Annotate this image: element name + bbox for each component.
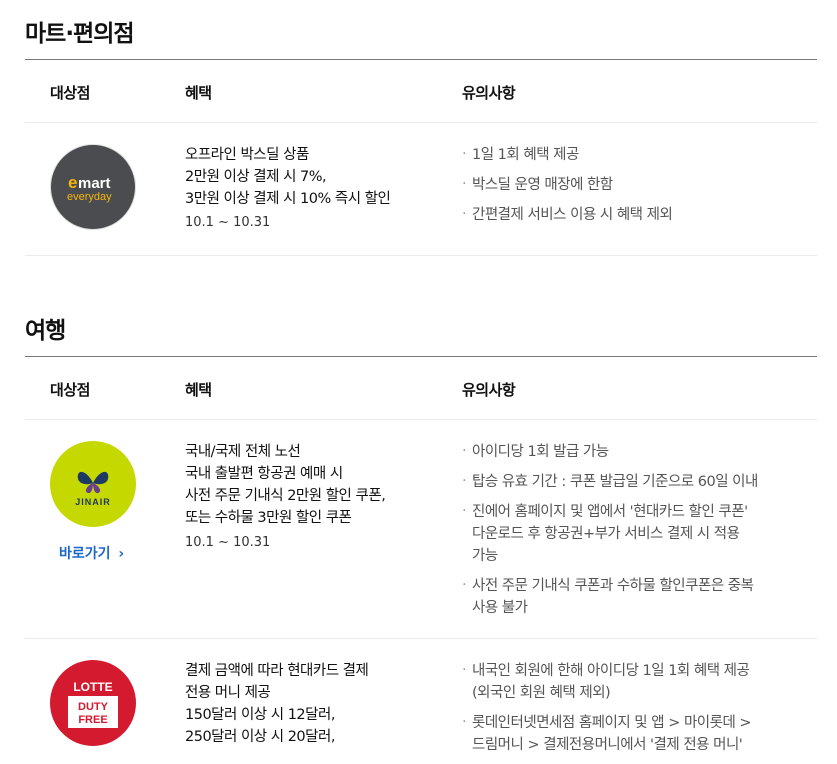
benefit-line: 사전 주문 기내식 2만원 할인 쿠폰, bbox=[185, 488, 386, 504]
benefit-line: 3만원 이상 결제 시 10% 즉시 할인 bbox=[185, 191, 391, 207]
col-header-store: 대상점 bbox=[50, 84, 90, 102]
lotte-logo-free: FREE bbox=[78, 714, 107, 726]
note-item: · 내국인 회원에 한해 아이디당 1일 1회 혜택 제공 (외국인 회원 혜택… bbox=[462, 660, 812, 704]
section-divider bbox=[25, 59, 817, 60]
bullet-dot: · bbox=[462, 146, 467, 162]
benefit-line: 국내 출발편 항공권 예매 시 bbox=[185, 466, 343, 482]
benefit-line: 오프라인 박스딜 상품 bbox=[185, 147, 309, 163]
benefit-line: 또는 수하물 3만원 할인 쿠폰 bbox=[185, 510, 352, 526]
bullet-dot: · bbox=[462, 176, 467, 192]
emart-logo-icon: e mart everyday bbox=[67, 173, 112, 203]
benefit-text-lotte: 결제 금액에 따라 현대카드 결제 전용 머니 제공 150달러 이상 시 12… bbox=[185, 660, 435, 748]
butterfly-icon: JINAIR bbox=[75, 471, 111, 507]
col-header-store: 대상점 bbox=[50, 381, 90, 399]
benefit-period: 10.1 ~ 10.31 bbox=[185, 215, 271, 230]
bullet-dot: · bbox=[462, 714, 467, 730]
note-text: 박스딜 운영 매장에 한함 bbox=[472, 177, 613, 193]
lotte-duty-free-logo: LOTTE DUTY FREE bbox=[50, 660, 136, 746]
chevron-right-icon: › bbox=[118, 546, 125, 562]
emart-logo-everyday: everyday bbox=[67, 191, 112, 203]
note-text: 드림머니 > 결제전용머니에서 '결제 전용 머니' bbox=[472, 737, 743, 753]
notes-emart: · 1일 1회 혜택 제공 · 박스딜 운영 매장에 한함 · 간편결제 서비스 이용… bbox=[462, 144, 812, 234]
col-header-notes: 유의사항 bbox=[462, 381, 516, 399]
row-divider bbox=[25, 419, 817, 420]
benefit-text-emart: 오프라인 박스딜 상품 2만원 이상 결제 시 7%, 3만원 이상 결제 시 … bbox=[185, 144, 435, 210]
note-item: · 아이디당 1회 발급 가능 bbox=[462, 441, 812, 463]
row-divider bbox=[25, 122, 817, 123]
bullet-dot: · bbox=[462, 577, 467, 593]
row-divider bbox=[25, 638, 817, 639]
jinair-logo: JINAIR bbox=[50, 441, 136, 527]
bullet-dot: · bbox=[462, 473, 467, 489]
benefit-line: 결제 금액에 따라 현대카드 결제 bbox=[185, 663, 369, 679]
note-text: 아이디당 1회 발급 가능 bbox=[472, 444, 609, 460]
goto-link-label: 바로가기 bbox=[59, 546, 111, 562]
emart-logo-mart: mart bbox=[78, 175, 111, 192]
note-text: (외국인 회원 혜택 제외) bbox=[472, 685, 611, 701]
note-item: · 사전 주문 기내식 쿠폰과 수하물 할인쿠폰은 중복 사용 불가 bbox=[462, 575, 812, 619]
note-item: · 진에어 홈페이지 및 앱에서 '현대카드 할인 쿠폰' 다운로드 후 항공권… bbox=[462, 501, 812, 567]
emart-everyday-logo: e mart everyday bbox=[50, 144, 136, 230]
benefit-line: 250달러 이상 시 20달러, bbox=[185, 729, 335, 745]
bullet-dot: · bbox=[462, 662, 467, 678]
benefit-text-jinair: 국내/국제 전체 노선 국내 출발편 항공권 예매 시 사전 주문 기내식 2만… bbox=[185, 441, 435, 529]
benefit-line: 국내/국제 전체 노선 bbox=[185, 444, 301, 460]
notes-lotte: · 내국인 회원에 한해 아이디당 1일 1회 혜택 제공 (외국인 회원 혜택… bbox=[462, 660, 812, 764]
note-text: 내국인 회원에 한해 아이디당 1일 1회 혜택 제공 bbox=[472, 663, 750, 679]
benefit-line: 전용 머니 제공 bbox=[185, 685, 271, 701]
col-header-notes: 유의사항 bbox=[462, 84, 516, 102]
note-item: · 1일 1회 혜택 제공 bbox=[462, 144, 812, 166]
benefit-period: 10.1 ~ 10.31 bbox=[185, 535, 271, 550]
note-item: · 간편결제 서비스 이용 시 혜택 제외 bbox=[462, 204, 812, 226]
note-text: 롯데인터넷면세점 홈페이지 및 앱 > 마이롯데 > bbox=[472, 715, 752, 731]
lotte-logo-icon: LOTTE DUTY FREE bbox=[68, 680, 118, 728]
section-title-travel: 여행 bbox=[25, 318, 66, 344]
bullet-dot: · bbox=[462, 503, 467, 519]
benefit-line: 2만원 이상 결제 시 7%, bbox=[185, 169, 327, 185]
benefit-line: 150달러 이상 시 12달러, bbox=[185, 707, 335, 723]
bullet-dot: · bbox=[462, 206, 467, 222]
note-text: 사용 불가 bbox=[472, 600, 528, 616]
note-text: 1일 1회 혜택 제공 bbox=[472, 147, 579, 163]
note-text: 진에어 홈페이지 및 앱에서 '현대카드 할인 쿠폰' bbox=[472, 504, 748, 520]
lotte-logo-text: LOTTE bbox=[73, 680, 112, 694]
note-text: 탑승 유효 기간 : 쿠폰 발급일 기준으로 60일 이내 bbox=[472, 474, 758, 490]
col-header-benefit: 혜택 bbox=[185, 381, 212, 399]
col-header-benefit: 혜택 bbox=[185, 84, 212, 102]
note-text: 다운로드 후 항공권+부가 서비스 결제 시 적용 bbox=[472, 526, 740, 542]
section-divider bbox=[25, 356, 817, 357]
note-text: 가능 bbox=[472, 548, 498, 564]
emart-logo-e: e bbox=[68, 173, 77, 192]
jinair-logo-text: JINAIR bbox=[75, 497, 111, 507]
note-item: · 박스딜 운영 매장에 한함 bbox=[462, 174, 812, 196]
note-text: 간편결제 서비스 이용 시 혜택 제외 bbox=[472, 207, 673, 223]
lotte-logo-duty: DUTY bbox=[78, 701, 109, 713]
notes-jinair: · 아이디당 1회 발급 가능 · 탑승 유효 기간 : 쿠폰 발급일 기준으로 6… bbox=[462, 441, 812, 627]
row-divider bbox=[25, 255, 817, 256]
note-text: 사전 주문 기내식 쿠폰과 수하물 할인쿠폰은 중복 bbox=[472, 578, 754, 594]
bullet-dot: · bbox=[462, 443, 467, 459]
section-title-mart: 마트·편의점 bbox=[25, 21, 135, 47]
note-item: · 탑승 유효 기간 : 쿠폰 발급일 기준으로 60일 이내 bbox=[462, 471, 812, 493]
note-item: · 롯데인터넷면세점 홈페이지 및 앱 > 마이롯데 > 드림머니 > 결제전용… bbox=[462, 712, 812, 756]
goto-link-jinair[interactable]: 바로가기 › bbox=[59, 543, 124, 563]
